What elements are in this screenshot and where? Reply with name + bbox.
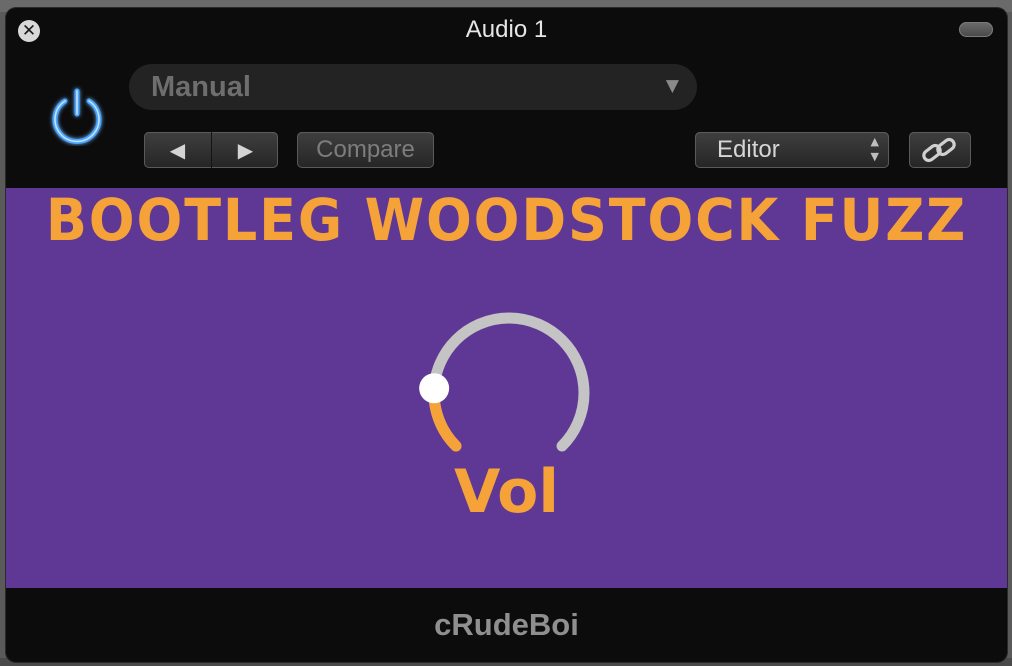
knob-track <box>428 312 590 452</box>
link-button[interactable] <box>909 132 971 168</box>
compare-button[interactable]: Compare <box>297 132 434 168</box>
plugin-panel: BOOTLEG WOODSTOCK FUZZ Vol <box>6 188 1007 588</box>
knob-label: Vol <box>454 457 559 527</box>
view-mode-label: Editor <box>717 136 780 163</box>
developer-name: cRudeBoi <box>434 607 579 642</box>
knob-handle <box>419 373 450 404</box>
chevron-down-icon: ▼ <box>665 76 679 96</box>
previous-preset-button[interactable]: ◀ <box>144 132 211 168</box>
plugin-window: ✕ Audio 1 Manual ▼ ◀ ▶ Compare Editor ▲ … <box>6 8 1007 662</box>
up-down-arrows-icon: ▲ ▼ <box>870 135 879 163</box>
title-bar[interactable]: ✕ Audio 1 <box>6 8 1007 52</box>
view-mode-select[interactable]: Editor ▲ ▼ <box>695 132 889 168</box>
plugin-title: BOOTLEG WOODSTOCK FUZZ <box>45 186 968 254</box>
window-title: Audio 1 <box>465 16 548 43</box>
power-icon[interactable] <box>46 84 108 146</box>
collapse-icon[interactable] <box>959 22 993 37</box>
volume-knob[interactable] <box>419 303 599 483</box>
link-icon <box>922 137 956 163</box>
preset-dropdown[interactable]: Manual ▼ <box>129 64 697 110</box>
preset-label: Manual <box>151 71 251 103</box>
next-preset-button[interactable]: ▶ <box>211 132 279 168</box>
preset-nav-group: ◀ ▶ <box>144 132 278 168</box>
